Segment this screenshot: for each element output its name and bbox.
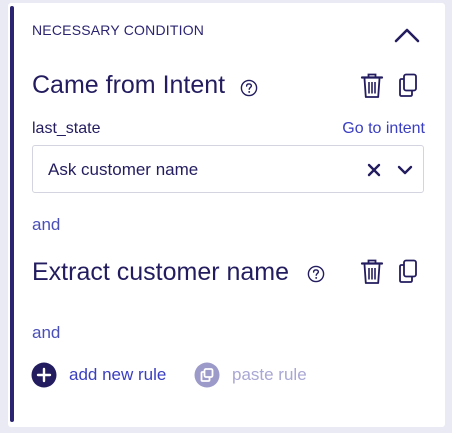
add-new-rule-label: add new rule — [69, 365, 167, 384]
delete-rule-button[interactable] — [360, 72, 384, 100]
select-value: Ask customer name — [48, 160, 199, 179]
collapse-button[interactable] — [392, 24, 422, 48]
paste-rule-button[interactable]: paste rule — [194, 361, 307, 389]
rule-title-came-from-intent: Came from Intent — [32, 71, 226, 99]
copy-icon — [399, 73, 417, 97]
plus-circle-icon — [31, 362, 57, 388]
and-connector: and — [32, 323, 61, 342]
panel-accent-bar — [10, 6, 14, 422]
rule-title-extract-customer-name: Extract customer name — [32, 258, 290, 286]
dropdown-toggle[interactable] — [395, 163, 415, 177]
chevron-down-icon — [397, 165, 413, 175]
copy-icon — [399, 259, 417, 283]
close-icon — [367, 163, 381, 177]
last-state-select[interactable]: Ask customer name — [32, 145, 424, 193]
trash-icon — [360, 259, 384, 284]
help-icon[interactable] — [240, 79, 258, 97]
paste-icon — [194, 362, 220, 388]
duplicate-rule-button[interactable] — [396, 258, 420, 286]
trash-icon — [360, 73, 384, 98]
paste-rule-label: paste rule — [232, 365, 307, 384]
and-connector: and — [32, 215, 61, 234]
section-title: NECESSARY CONDITION — [32, 22, 205, 38]
chevron-up-icon — [394, 28, 420, 43]
help-icon[interactable] — [307, 265, 325, 283]
add-new-rule-button[interactable]: add new rule — [31, 361, 166, 389]
field-label-last-state: last_state — [32, 120, 101, 137]
go-to-intent-link[interactable]: Go to intent — [342, 120, 425, 138]
clear-selection-button[interactable] — [366, 162, 382, 178]
duplicate-rule-button[interactable] — [396, 72, 420, 100]
delete-rule-button[interactable] — [360, 258, 384, 286]
